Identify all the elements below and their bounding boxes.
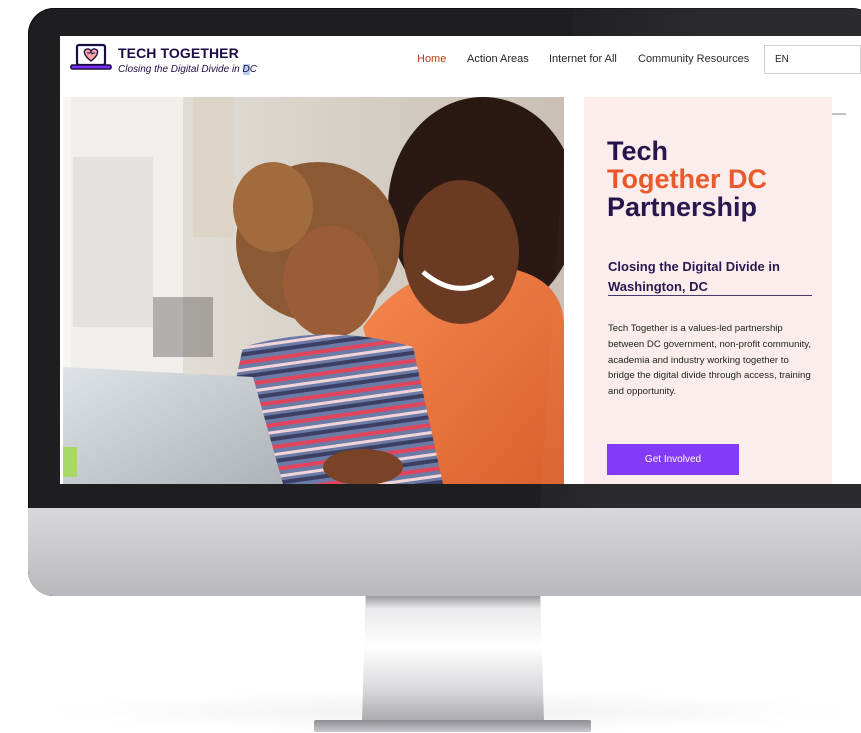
brand-name[interactable]: TECH TOGETHER (118, 45, 239, 61)
hero-subtitle: Closing the Digital Divide in Washington… (608, 259, 780, 294)
subtitle-divider (608, 295, 812, 296)
scroll-indicator (832, 113, 846, 115)
tagline-suffix: C (249, 64, 257, 75)
tagline-highlight: D (242, 64, 250, 75)
brand-tagline: Closing the Digital Divide in DC (118, 64, 257, 75)
laptop-heart-icon[interactable] (70, 43, 112, 75)
nav-community-resources[interactable]: Community Resources (638, 53, 749, 65)
monitor-stand (362, 596, 544, 722)
hero-title-line3: Partnership (607, 192, 758, 222)
hero-title-line2: Together DC (607, 164, 767, 194)
hero-title: Tech Together DC Partnership (607, 137, 767, 221)
get-involved-button[interactable]: Get Involved (607, 444, 739, 475)
monitor-chin (28, 508, 861, 596)
hero-photo (63, 97, 564, 484)
nav-home[interactable]: Home (417, 53, 446, 65)
nav-internet-for-all[interactable]: Internet for All (549, 53, 617, 65)
website-screen: TECH TOGETHER Closing the Digital Divide… (60, 36, 861, 484)
hero-description: Tech Together is a values-led partnershi… (608, 323, 811, 398)
nav-action-areas[interactable]: Action Areas (467, 53, 529, 65)
tagline-prefix: Closing the Digital Divide in (118, 64, 243, 75)
monitor-stand-base (314, 720, 591, 732)
hero-panel: Tech Together DC Partnership Closing the… (584, 97, 832, 484)
language-selector[interactable]: EN (764, 45, 861, 74)
hero-title-line1: Tech (607, 136, 669, 166)
site-header: TECH TOGETHER Closing the Digital Divide… (60, 36, 861, 94)
